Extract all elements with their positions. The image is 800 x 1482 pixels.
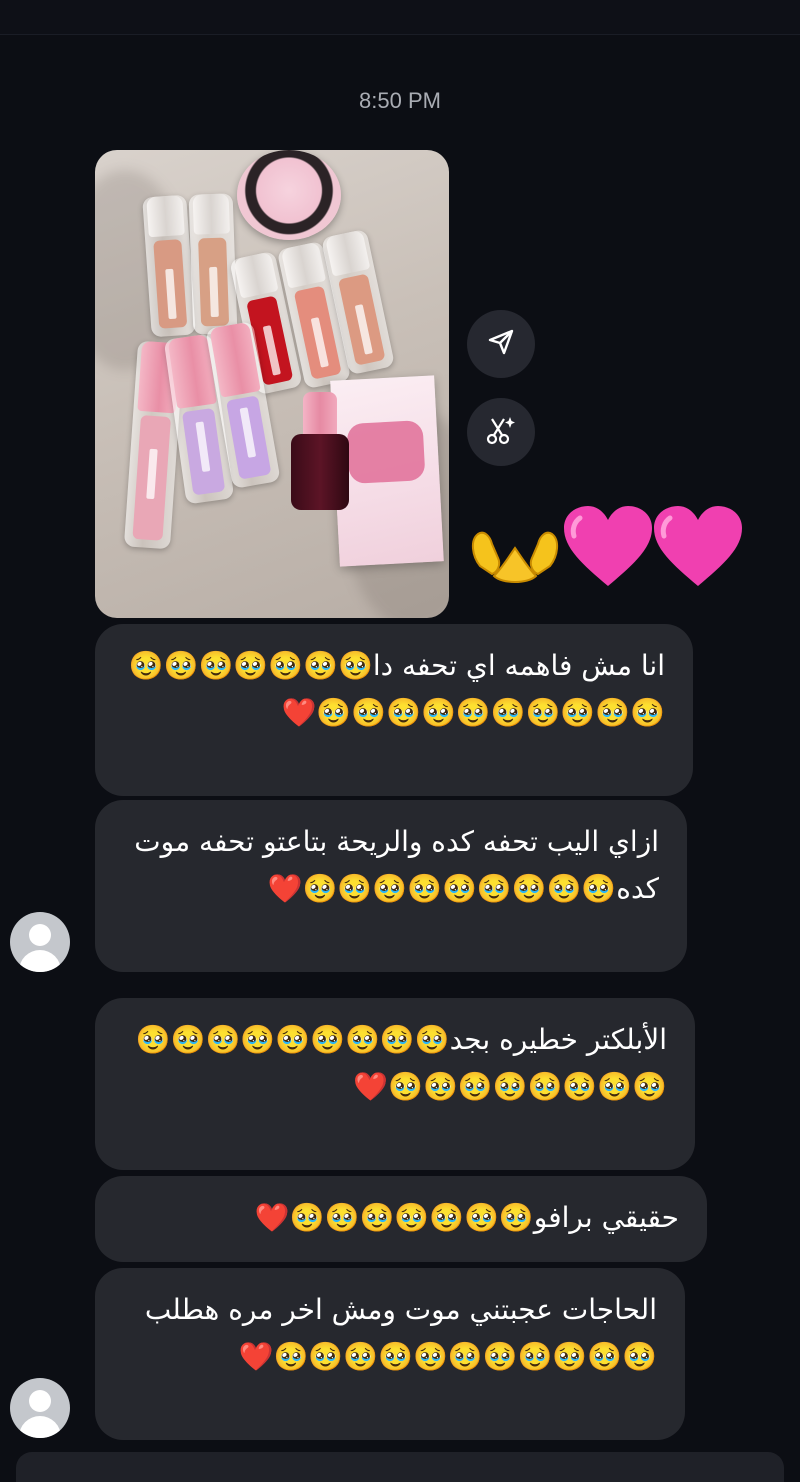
photo-nailpolish xyxy=(291,392,349,510)
photo-tube xyxy=(142,194,196,338)
message-bubble[interactable]: حقيقي برافو🥹🥹🥹🥹🥹🥹🥹❤️ xyxy=(95,1176,707,1262)
message-bubble[interactable]: انا مش فاهمه اي تحفه دا🥹🥹🥹🥹🥹🥹🥹🥹🥹🥹🥹🥹🥹🥹🥹🥹🥹… xyxy=(95,624,693,796)
message-composer[interactable] xyxy=(16,1452,784,1482)
top-strip xyxy=(0,0,800,35)
shared-photo[interactable] xyxy=(95,150,449,618)
share-icon xyxy=(486,327,516,361)
pink-heart-icon xyxy=(564,506,652,586)
sender-avatar[interactable] xyxy=(10,1378,70,1438)
sender-avatar[interactable] xyxy=(10,912,70,972)
photo-tube xyxy=(188,193,238,335)
message-bubble[interactable]: الحاجات عجبتني موت ومش اخر مره هطلب🥹🥹🥹🥹🥹… xyxy=(95,1268,685,1440)
share-button[interactable] xyxy=(467,310,535,378)
ai-edit-button[interactable] xyxy=(467,398,535,466)
message-bubble[interactable]: ازاي اليب تحفه كده والريحة بتاعتو تحفه م… xyxy=(95,800,687,972)
reaction-emoji[interactable] xyxy=(468,498,748,598)
heart-hands-icon xyxy=(472,531,558,583)
photo-jar xyxy=(237,150,341,240)
message-timestamp: 8:50 PM xyxy=(359,88,441,113)
pink-heart-icon xyxy=(654,506,742,586)
message-bubble[interactable]: الأبلكتر خطيره بجد🥹🥹🥹🥹🥹🥹🥹🥹🥹🥹🥹🥹🥹🥹🥹🥹🥹❤️ xyxy=(95,998,695,1170)
ai-edit-icon xyxy=(484,413,518,451)
